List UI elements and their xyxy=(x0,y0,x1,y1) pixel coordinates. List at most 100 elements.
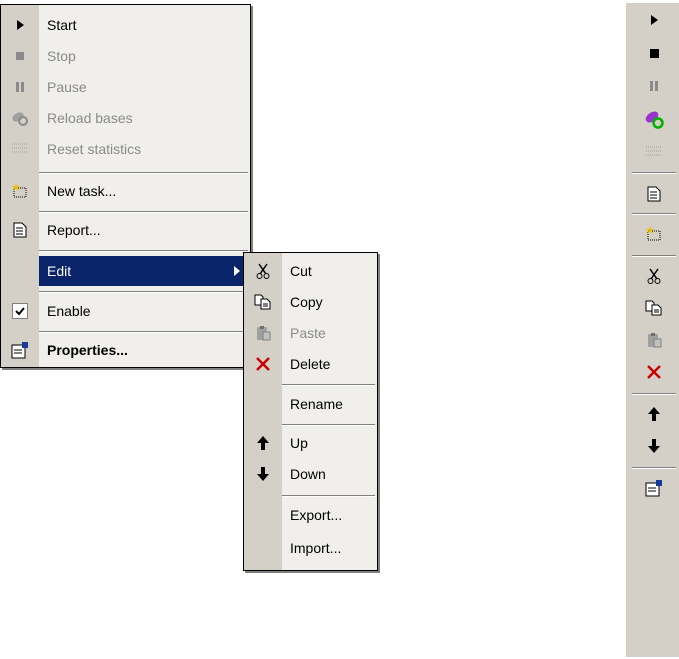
menu-item-label: Edit xyxy=(47,263,72,279)
arrow-down-icon xyxy=(648,439,660,453)
paste-icon xyxy=(244,318,282,348)
checkmark-icon xyxy=(1,296,39,326)
check-box xyxy=(12,303,28,319)
arrow-up-icon xyxy=(244,428,282,458)
toolbar-button-report[interactable] xyxy=(626,179,679,209)
menu-separator xyxy=(39,172,248,174)
stop-icon xyxy=(650,49,659,58)
report-icon xyxy=(1,215,39,245)
menu-item-label: Pause xyxy=(47,79,87,95)
cut-icon xyxy=(647,268,661,284)
submenu-item-label: Export... xyxy=(290,507,343,523)
menu-item-new-task[interactable]: New task... xyxy=(1,176,250,206)
menu-items: Start Stop Pause Reload bases Reset stat… xyxy=(1,5,250,367)
toolbar-separator xyxy=(632,255,676,257)
submenu-item-label: Up xyxy=(290,435,308,451)
toolbar-button-cut[interactable] xyxy=(626,261,679,291)
toolbar-button-paste[interactable] xyxy=(626,325,679,355)
toolbar-button-reload-bases[interactable] xyxy=(626,104,679,134)
reload-bases-icon xyxy=(645,111,664,129)
toolbar-button-down[interactable] xyxy=(626,431,679,461)
toolbar-button-delete[interactable] xyxy=(626,357,679,387)
menu-item-label: Reset statistics xyxy=(47,141,142,157)
menu-separator xyxy=(39,211,248,213)
pause-icon xyxy=(1,72,39,102)
submenu-item-export[interactable]: Export... xyxy=(244,500,377,530)
submenu-item-down[interactable]: Down xyxy=(244,459,377,489)
menu-separator xyxy=(282,495,375,497)
toolbar-button-pause[interactable] xyxy=(626,71,679,101)
menu-item-reload-bases[interactable]: Reload bases xyxy=(1,103,250,133)
menu-item-edit[interactable]: Edit xyxy=(39,256,248,286)
submenu-item-up[interactable]: Up xyxy=(244,428,377,458)
cut-icon xyxy=(244,256,282,286)
submenu-item-label: Rename xyxy=(290,396,343,412)
toolbar-separator xyxy=(632,467,676,469)
menu-separator xyxy=(282,384,375,386)
toolbar-button-start[interactable] xyxy=(626,5,679,35)
submenu-item-label: Cut xyxy=(290,263,312,279)
submenu-item-copy[interactable]: Copy xyxy=(244,287,377,317)
context-menu: Start Stop Pause Reload bases Reset stat… xyxy=(0,4,251,368)
delete-icon xyxy=(647,365,661,379)
menu-item-label: Start xyxy=(47,17,77,33)
properties-icon xyxy=(645,480,662,497)
report-icon xyxy=(647,186,661,202)
menu-item-label: Enable xyxy=(47,303,91,319)
submenu-item-paste[interactable]: Paste xyxy=(244,318,377,348)
delete-icon xyxy=(244,349,282,379)
submenu-items: Cut Copy Paste Delete Rename Up Down Exp… xyxy=(244,253,377,570)
menu-item-label: Reload bases xyxy=(47,110,133,126)
toolbar-button-up[interactable] xyxy=(626,399,679,429)
toolbar-separator xyxy=(632,393,676,395)
menu-separator xyxy=(39,250,248,252)
menu-item-report[interactable]: Report... xyxy=(1,215,250,245)
play-icon xyxy=(1,10,39,40)
submenu-item-label: Import... xyxy=(290,540,342,556)
menu-item-reset-statistics[interactable]: Reset statistics xyxy=(1,134,250,164)
paste-icon xyxy=(648,333,662,348)
pause-icon xyxy=(650,81,658,91)
stop-icon xyxy=(1,41,39,71)
menu-item-label: Stop xyxy=(47,48,76,64)
reload-bases-icon xyxy=(1,103,39,133)
submenu-item-label: Copy xyxy=(290,294,323,310)
submenu-arrow-icon xyxy=(234,266,240,276)
submenu-item-label: Down xyxy=(290,466,326,482)
edit-submenu: Cut Copy Paste Delete Rename Up Down Exp… xyxy=(243,252,378,571)
toolbar-button-new-task[interactable] xyxy=(626,219,679,249)
menu-separator xyxy=(39,291,248,293)
menu-item-label: Report... xyxy=(47,222,101,238)
menu-item-label: New task... xyxy=(47,183,117,199)
arrow-down-icon xyxy=(244,459,282,489)
menu-separator xyxy=(282,424,375,426)
toolbar-button-reset-statistics[interactable] xyxy=(626,137,679,167)
menu-item-stop[interactable]: Stop xyxy=(1,41,250,71)
menu-item-pause[interactable]: Pause xyxy=(1,72,250,102)
submenu-item-delete[interactable]: Delete xyxy=(244,349,377,379)
toolbar-button-properties[interactable] xyxy=(626,473,679,503)
toolbar-button-stop[interactable] xyxy=(626,38,679,68)
new-task-icon xyxy=(1,176,39,206)
toolbar-separator xyxy=(632,172,676,174)
menu-item-start[interactable]: Start xyxy=(1,10,250,40)
submenu-item-rename[interactable]: Rename xyxy=(244,389,377,419)
reset-statistics-icon xyxy=(1,134,39,164)
toolbar-separator xyxy=(632,213,676,215)
menu-item-label: Properties... xyxy=(47,342,128,358)
menu-item-enable[interactable]: Enable xyxy=(1,296,250,326)
copy-icon xyxy=(645,300,662,316)
copy-icon xyxy=(244,287,282,317)
toolbar-button-copy[interactable] xyxy=(626,293,679,323)
submenu-item-import[interactable]: Import... xyxy=(244,533,377,563)
menu-separator xyxy=(39,331,248,333)
arrow-up-icon xyxy=(648,407,660,421)
properties-icon xyxy=(1,335,39,365)
reset-statistics-icon xyxy=(646,146,662,156)
play-icon xyxy=(651,15,658,25)
vertical-toolbar xyxy=(626,3,679,657)
submenu-item-label: Delete xyxy=(290,356,331,372)
submenu-item-cut[interactable]: Cut xyxy=(244,256,377,286)
menu-item-properties[interactable]: Properties... xyxy=(1,335,250,365)
new-task-icon xyxy=(646,226,661,241)
